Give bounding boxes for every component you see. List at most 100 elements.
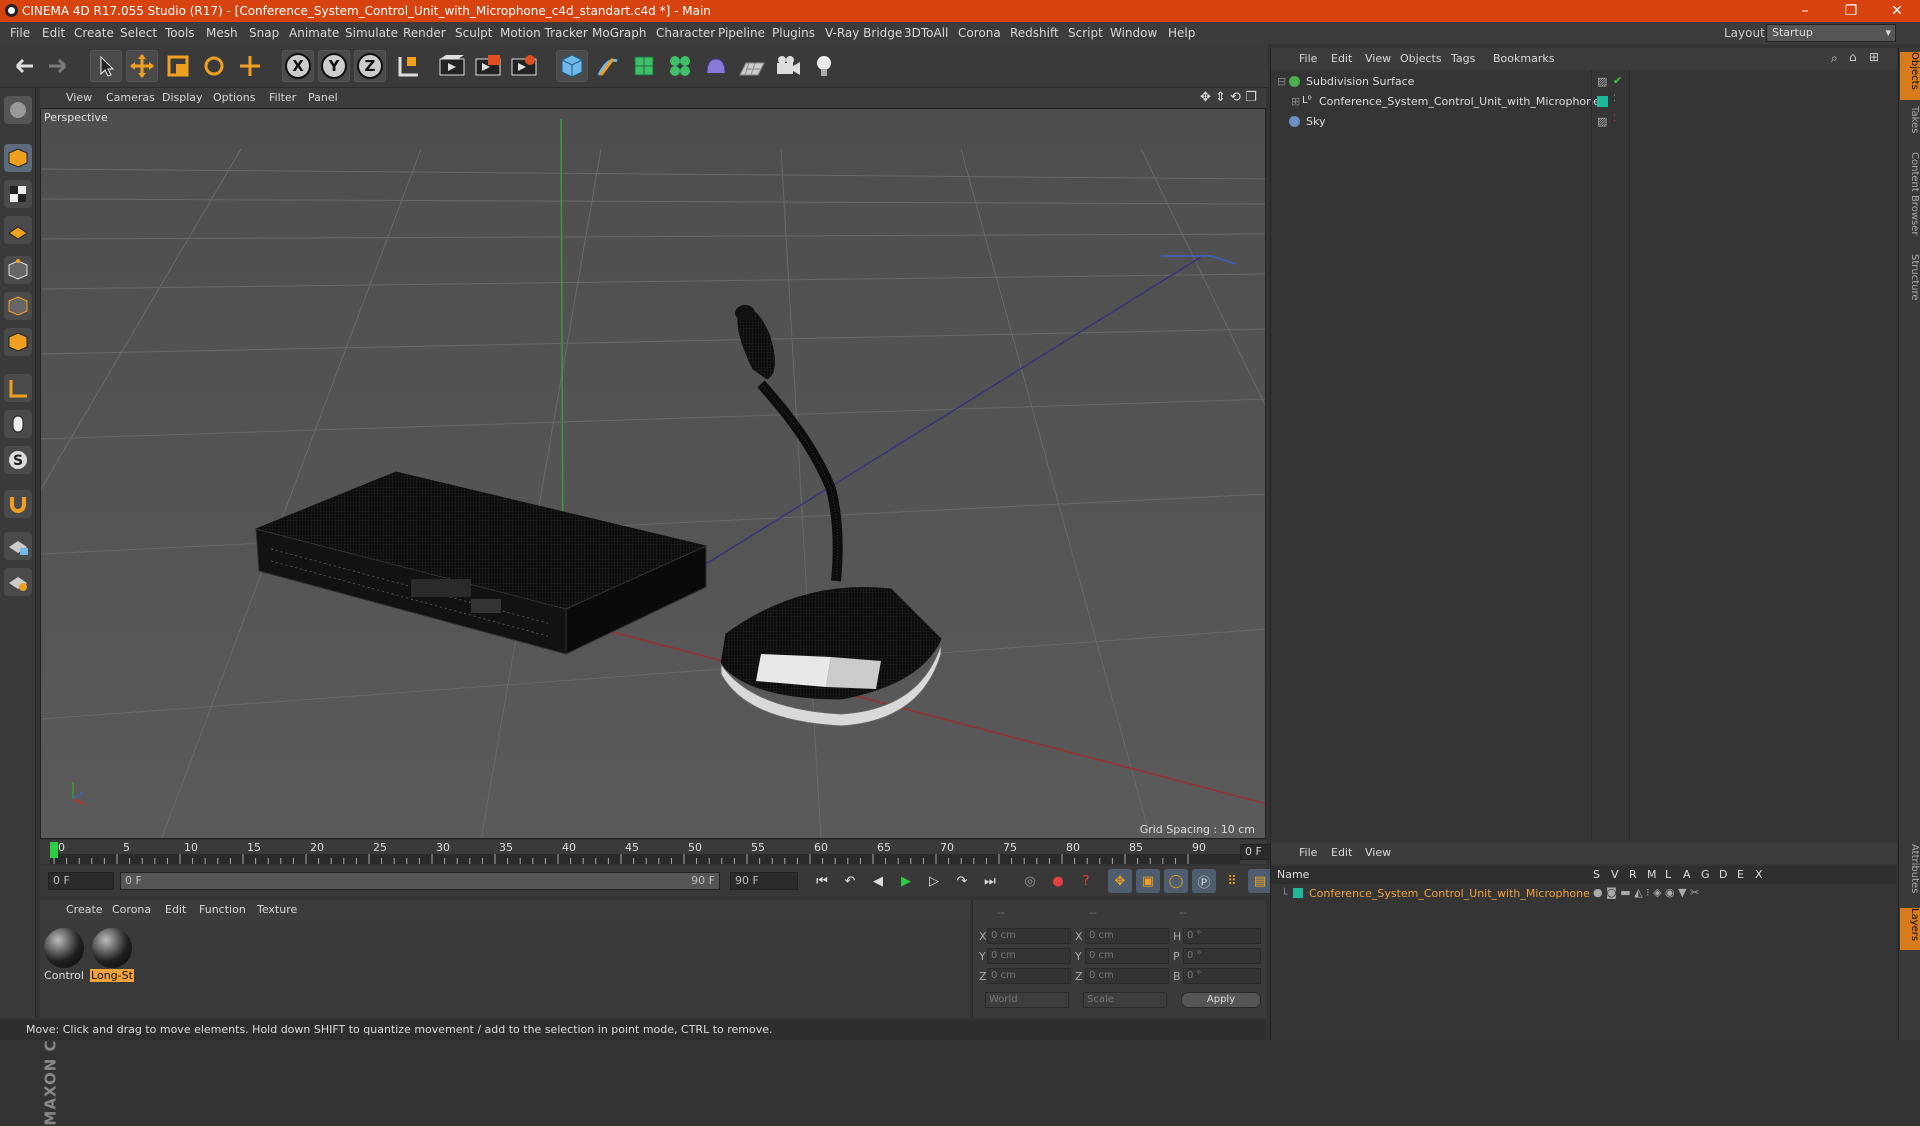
obj-menu-bookmarks[interactable]: Bookmarks: [1493, 52, 1554, 65]
restore-button[interactable]: ❐: [1828, 0, 1874, 22]
timeline[interactable]: 0 5 10 15 20 25 30 35 40 45 50 55 60 65 …: [40, 840, 1304, 864]
layer-menu-view[interactable]: View: [1365, 846, 1391, 859]
transform-icon[interactable]: [234, 50, 266, 82]
tab-takes[interactable]: Takes: [1900, 106, 1920, 146]
axis-y-icon[interactable]: Y: [318, 50, 350, 82]
object-row[interactable]: ⊟ Subdivision Surface ▨ ✔: [1271, 72, 1897, 92]
cloner-icon[interactable]: [664, 50, 696, 82]
tab-attributes[interactable]: Attributes: [1900, 844, 1920, 900]
world-coords-icon[interactable]: [392, 50, 424, 82]
menu-edit[interactable]: Edit: [42, 26, 65, 40]
menu-vray-bridge[interactable]: V-Ray Bridge: [825, 26, 902, 40]
timeline-ruler[interactable]: 0 5 10 15 20 25 30 35 40 45 50 55 60 65 …: [50, 840, 1240, 864]
material-swatch-selected[interactable]: Long-St: [90, 928, 134, 986]
tab-objects[interactable]: Objects: [1900, 52, 1920, 100]
mat-menu-edit[interactable]: Edit: [165, 903, 186, 916]
subdivision-icon[interactable]: [628, 50, 660, 82]
render-picture-icon[interactable]: [472, 50, 504, 82]
layout-select[interactable]: Startup: [1766, 24, 1896, 42]
size-x-field[interactable]: 0 cm: [1085, 928, 1169, 944]
menu-select[interactable]: Select: [120, 26, 157, 40]
menu-mograph[interactable]: MoGraph: [592, 26, 647, 40]
menu-window[interactable]: Window: [1110, 26, 1157, 40]
menu-redshift[interactable]: Redshift: [1010, 26, 1059, 40]
menu-animate[interactable]: Animate: [289, 26, 339, 40]
vp-menu-cameras[interactable]: Cameras: [106, 91, 155, 104]
play-icon[interactable]: ▶: [894, 869, 918, 893]
prev-key-icon[interactable]: ↶: [838, 869, 862, 893]
size-z-field[interactable]: 0 cm: [1085, 968, 1169, 984]
playhead[interactable]: [50, 842, 58, 858]
key-rotation-icon[interactable]: ◯: [1164, 869, 1188, 893]
menu-simulate[interactable]: Simulate: [345, 26, 398, 40]
key-pla-icon[interactable]: ⠿: [1220, 869, 1244, 893]
goto-end-icon[interactable]: ⏭: [978, 869, 1002, 893]
menu-snap[interactable]: Snap: [249, 26, 279, 40]
floor-icon[interactable]: [736, 50, 768, 82]
make-editable-icon[interactable]: [4, 96, 32, 124]
timeline-window-icon[interactable]: ▤: [1248, 869, 1272, 893]
layer-color-tag[interactable]: [1597, 96, 1608, 107]
texture-mode-icon[interactable]: [4, 180, 32, 208]
visibility-dots-icon[interactable]: ⁚: [1613, 114, 1616, 124]
home-icon[interactable]: ⌂: [1849, 50, 1857, 64]
keyframe-selection-icon[interactable]: ?: [1074, 869, 1098, 893]
collapse-icon[interactable]: ⊟: [1277, 75, 1286, 88]
axis-z-icon[interactable]: Z: [354, 50, 386, 82]
menu-script[interactable]: Script: [1068, 26, 1103, 40]
lock-workplane-icon[interactable]: [4, 532, 32, 560]
autokey-icon[interactable]: ●: [1046, 869, 1070, 893]
obj-menu-objects[interactable]: Objects: [1400, 52, 1442, 65]
pos-x-field[interactable]: 0 cm: [987, 928, 1071, 944]
key-parameter-icon[interactable]: Ⓟ: [1192, 869, 1216, 893]
edit-render-settings-icon[interactable]: [508, 50, 540, 82]
object-row[interactable]: ⊞ L⁰ Conference_System_Control_Unit_with…: [1271, 92, 1897, 112]
range-slider[interactable]: 0 F 90 F: [120, 872, 720, 890]
edit-visibility-icon[interactable]: ▨: [1597, 75, 1607, 88]
camera-icon[interactable]: [772, 50, 804, 82]
next-key-icon[interactable]: ↷: [950, 869, 974, 893]
axis-x-icon[interactable]: X: [282, 50, 314, 82]
vp-menu-view[interactable]: View: [66, 91, 92, 104]
model-mode-icon[interactable]: [4, 144, 32, 172]
search-icon[interactable]: ⌕: [1831, 51, 1838, 66]
mat-menu-create[interactable]: Create: [66, 903, 103, 916]
expand-icon[interactable]: ⊞: [1291, 95, 1300, 108]
redo-icon[interactable]: [42, 50, 74, 82]
goto-start-icon[interactable]: ⏮: [810, 869, 834, 893]
tab-layers[interactable]: Layers: [1900, 908, 1920, 950]
deformer-icon[interactable]: [700, 50, 732, 82]
menu-help[interactable]: Help: [1168, 26, 1195, 40]
vp-menu-display[interactable]: Display: [162, 91, 203, 104]
obj-menu-tags[interactable]: Tags: [1451, 52, 1475, 65]
layer-color-swatch[interactable]: [1293, 888, 1303, 898]
vp-menu-options[interactable]: Options: [213, 91, 255, 104]
scale-icon[interactable]: [162, 50, 194, 82]
grid-snap-icon[interactable]: [4, 568, 32, 596]
end-frame-field[interactable]: 90 F: [730, 872, 798, 890]
menu-motion-tracker[interactable]: Motion Tracker: [500, 26, 588, 40]
menu-render[interactable]: Render: [403, 26, 446, 40]
points-mode-icon[interactable]: [4, 256, 32, 284]
menu-file[interactable]: File: [10, 26, 30, 40]
mat-menu-texture[interactable]: Texture: [257, 903, 297, 916]
key-position-icon[interactable]: ✥: [1108, 869, 1132, 893]
edit-visibility-icon[interactable]: ▨: [1597, 115, 1607, 128]
size-y-field[interactable]: 0 cm: [1085, 948, 1169, 964]
minimize-button[interactable]: –: [1782, 0, 1828, 22]
workplane-icon[interactable]: [4, 216, 32, 244]
mat-menu-function[interactable]: Function: [199, 903, 246, 916]
edges-mode-icon[interactable]: [4, 292, 32, 320]
axis-mode-icon[interactable]: [4, 374, 32, 402]
polygons-mode-icon[interactable]: [4, 328, 32, 356]
visibility-dots-icon[interactable]: ⁚: [1613, 94, 1616, 104]
menu-mesh[interactable]: Mesh: [206, 26, 238, 40]
record-active-icon[interactable]: ◎: [1018, 869, 1042, 893]
next-frame-icon[interactable]: ▷: [922, 869, 946, 893]
start-frame-field[interactable]: 0 F: [48, 872, 114, 890]
vp-menu-panel[interactable]: Panel: [308, 91, 338, 104]
menu-create[interactable]: Create: [74, 26, 114, 40]
magnet-icon[interactable]: [4, 490, 32, 518]
rot-h-field[interactable]: 0 °: [1183, 928, 1261, 944]
obj-menu-edit[interactable]: Edit: [1331, 52, 1352, 65]
